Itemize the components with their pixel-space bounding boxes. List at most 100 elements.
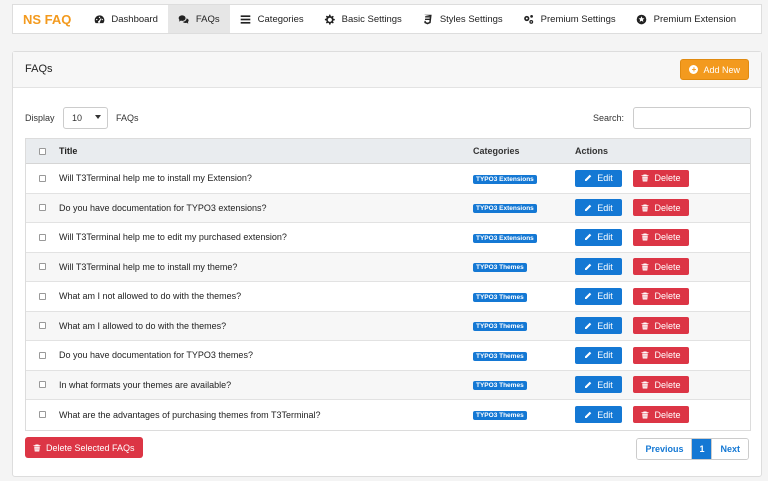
category-cell: TYPO3 Themes (473, 350, 575, 361)
category-cell: TYPO3 Themes (473, 261, 575, 273)
row-checkbox[interactable] (39, 411, 46, 419)
actions-cell: Edit Delete (575, 287, 750, 305)
edit-label: Edit (597, 320, 613, 331)
brand-logo[interactable]: NS FAQ (13, 5, 83, 33)
add-new-button[interactable]: + Add New (680, 59, 749, 80)
pencil-icon (585, 322, 592, 329)
delete-button[interactable]: Delete (633, 376, 689, 394)
delete-selected-label: Delete Selected FAQs (46, 442, 135, 453)
edit-button[interactable]: Edit (575, 169, 622, 187)
edit-button[interactable]: Edit (575, 406, 622, 424)
nav-dashboard[interactable]: Dashboard (83, 5, 167, 33)
faq-title: Do you have documentation for TYPO3 them… (59, 350, 253, 361)
delete-button[interactable]: Delete (633, 406, 689, 424)
pencil-icon (585, 381, 592, 388)
pagination: Previous 1 Next (636, 438, 749, 460)
delete-button[interactable]: Delete (633, 258, 689, 276)
gear-icon (324, 13, 336, 25)
row-select-cell (26, 174, 59, 182)
edit-button[interactable]: Edit (575, 199, 622, 217)
delete-button[interactable]: Delete (633, 317, 689, 335)
column-actions: Actions (575, 146, 609, 156)
search-label: Search: (593, 113, 625, 123)
row-checkbox[interactable] (39, 233, 46, 241)
edit-button[interactable]: Edit (575, 317, 622, 335)
delete-button[interactable]: Delete (633, 169, 689, 187)
star-circle-icon (636, 13, 648, 25)
table-row: Will T3Terminal help me to install my th… (26, 252, 750, 282)
nav-premium-settings-label: Premium Settings (540, 13, 616, 25)
table-row: What am I not allowed to do with the the… (26, 282, 750, 312)
page-length-value: 10 (72, 113, 83, 123)
edit-button[interactable]: Edit (575, 258, 622, 276)
page-length-select[interactable]: 10 (63, 107, 108, 129)
faq-title: Do you have documentation for TYPO3 exte… (59, 202, 267, 213)
table-row: Will T3Terminal help me to edit my purch… (26, 223, 750, 253)
faqs-panel: FAQs + Add New Display 10 FAQs Search: T… (12, 51, 762, 477)
css3-icon (422, 13, 434, 25)
category-cell: TYPO3 Extensions (473, 202, 575, 214)
row-checkbox[interactable] (39, 381, 46, 389)
nav-basic-settings[interactable]: Basic Settings (314, 5, 412, 33)
pencil-icon (585, 234, 592, 241)
nav-categories[interactable]: Categories (230, 5, 314, 33)
table-row: In what formats your themes are availabl… (26, 370, 750, 400)
pencil-icon (585, 411, 592, 418)
search-input[interactable] (633, 107, 751, 129)
nav-styles-settings[interactable]: Styles Settings (412, 5, 513, 33)
delete-button[interactable]: Delete (633, 199, 689, 217)
edit-button[interactable]: Edit (575, 346, 622, 364)
edit-button[interactable]: Edit (575, 228, 622, 246)
delete-button[interactable]: Delete (633, 346, 689, 364)
pagination-previous[interactable]: Previous (637, 439, 692, 459)
select-all-cell (26, 147, 59, 155)
actions-cell: Edit Delete (575, 346, 750, 364)
pencil-icon (585, 263, 592, 270)
category-badge: TYPO3 Themes (473, 351, 527, 361)
delete-label: Delete (654, 320, 681, 331)
pencil-icon (585, 204, 592, 211)
edit-label: Edit (597, 202, 613, 213)
category-badge: TYPO3 Themes (473, 263, 527, 273)
edit-button[interactable]: Edit (575, 376, 622, 394)
nav-premium-settings[interactable]: Premium Settings (513, 5, 626, 33)
row-select-cell (26, 204, 59, 212)
category-badge: TYPO3 Themes (473, 322, 527, 332)
nav-faqs[interactable]: FAQs (167, 5, 230, 33)
row-checkbox[interactable] (39, 174, 46, 182)
row-checkbox[interactable] (39, 204, 46, 212)
trash-icon (33, 444, 41, 451)
add-new-label: Add New (703, 64, 740, 75)
column-categories[interactable]: Categories (473, 146, 575, 156)
nav-premium-extension[interactable]: Premium Extension (626, 5, 746, 33)
delete-label: Delete (654, 261, 681, 272)
pagination-next[interactable]: Next (711, 439, 748, 459)
delete-label: Delete (654, 202, 681, 213)
delete-label: Delete (654, 350, 681, 361)
trash-icon (641, 174, 649, 182)
chevron-down-icon (95, 115, 101, 119)
edit-label: Edit (597, 409, 613, 420)
category-cell: TYPO3 Themes (473, 379, 575, 391)
pagination-page-1[interactable]: 1 (691, 439, 712, 459)
trash-icon (641, 263, 649, 271)
pencil-icon (585, 293, 592, 300)
dashboard-icon (93, 13, 105, 25)
category-cell: TYPO3 Themes (473, 320, 575, 332)
row-checkbox[interactable] (39, 263, 46, 271)
delete-selected-button[interactable]: Delete Selected FAQs (25, 437, 143, 458)
row-checkbox[interactable] (39, 322, 46, 330)
edit-button[interactable]: Edit (575, 287, 622, 305)
actions-cell: Edit Delete (575, 406, 750, 424)
delete-label: Delete (654, 232, 681, 243)
table-controls: Display 10 FAQs Search: (13, 106, 761, 130)
column-title[interactable]: Title (59, 146, 473, 156)
category-cell: TYPO3 Themes (473, 409, 575, 421)
delete-button[interactable]: Delete (633, 287, 689, 305)
comments-icon (178, 13, 190, 25)
select-all-checkbox[interactable] (39, 147, 46, 155)
row-checkbox[interactable] (39, 292, 46, 300)
delete-button[interactable]: Delete (633, 228, 689, 246)
row-checkbox[interactable] (39, 351, 46, 359)
display-suffix-label: FAQs (116, 113, 139, 123)
